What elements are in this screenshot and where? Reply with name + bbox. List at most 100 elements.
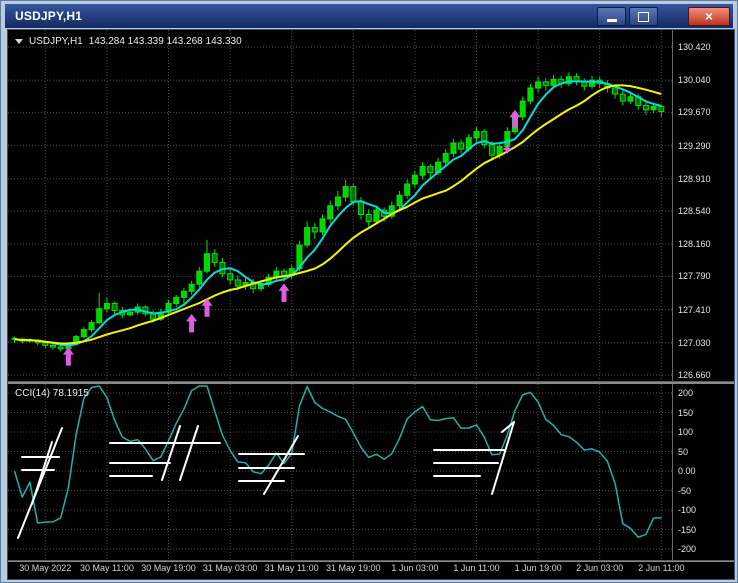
chart-window: USDJPY,H1 143.284 143.339 143.268 143.33… — [7, 29, 735, 580]
cci-tick-label: 200 — [678, 388, 694, 398]
candle-body — [365, 213, 372, 222]
time-tick-label: 1 Jun 03:00 — [391, 563, 439, 573]
candle-body — [535, 81, 542, 89]
candle-body — [196, 270, 203, 285]
candle-body — [519, 100, 526, 118]
window-title: USDJPY,H1 — [15, 9, 83, 23]
candle-body — [42, 342, 49, 346]
maximize-button[interactable] — [629, 7, 658, 26]
candle-body — [342, 186, 349, 198]
candle-body — [96, 308, 103, 324]
candle-body — [581, 81, 588, 87]
time-tick-label: 2 Jun 03:00 — [576, 563, 624, 573]
minimize-icon — [606, 19, 617, 22]
candle-body — [396, 194, 403, 207]
time-tick-label: 1 Jun 19:00 — [514, 563, 562, 573]
price-tick-label: 127.030 — [678, 337, 711, 348]
price-tick-label: 127.790 — [678, 271, 711, 282]
time-tick-label: 31 May 11:00 — [264, 563, 319, 573]
candle-body — [211, 253, 218, 263]
time-tick-label: 2 Jun 11:00 — [638, 563, 685, 573]
candle-body — [327, 205, 334, 220]
ma-fast-line — [14, 80, 662, 347]
candle-body — [442, 152, 449, 163]
candle-body — [150, 313, 157, 320]
candle-body — [458, 142, 465, 150]
cci-tick-label: 50 — [678, 446, 689, 457]
candle-body — [488, 144, 495, 156]
ma-slow-line — [14, 84, 662, 345]
buy-arrow — [278, 283, 290, 302]
price-tick-label: 129.670 — [678, 107, 711, 118]
candle-body — [57, 346, 64, 350]
candle-body — [234, 279, 241, 287]
time-axis-divider — [8, 560, 734, 562]
candle-body — [404, 183, 411, 196]
close-button[interactable]: × — [688, 7, 730, 26]
candle-body — [334, 196, 341, 207]
candle-body — [304, 227, 311, 246]
chart-header: USDJPY,H1 143.284 143.339 143.268 143.33… — [15, 36, 242, 47]
close-icon: × — [704, 8, 714, 24]
candle-body — [80, 329, 87, 338]
time-tick-label: 31 May 03:00 — [202, 563, 258, 573]
candle-body — [550, 78, 557, 86]
price-tick-label: 128.160 — [678, 239, 711, 250]
time-tick-label: 31 May 19:00 — [326, 563, 381, 573]
price-tick-label: 130.040 — [678, 75, 711, 86]
candle-body — [373, 209, 380, 222]
candle-body — [281, 270, 287, 277]
candle-body — [642, 104, 649, 111]
time-tick-label: 30 May 2022 — [19, 563, 72, 573]
candle-body — [658, 105, 665, 113]
candle-body — [650, 105, 657, 111]
terminal-window: USDJPY,H1 × USDJPY,H1 143.284 143.339 14… — [0, 0, 738, 583]
symbol-marker-icon — [15, 39, 23, 44]
chart-quote: 143.284 143.339 143.268 143.330 — [88, 36, 242, 47]
price-tick-label: 129.290 — [678, 140, 711, 151]
candle-body — [311, 227, 318, 233]
candle-body — [188, 283, 195, 292]
cci-indicator-canvas[interactable] — [8, 384, 672, 560]
price-tick-label: 130.420 — [678, 42, 711, 52]
candle-body — [419, 166, 426, 176]
maximize-icon — [638, 11, 649, 22]
candle-body — [88, 322, 95, 331]
cci-tick-label: 150 — [678, 407, 694, 418]
title-bar[interactable]: USDJPY,H1 × — [5, 4, 733, 28]
candle-body — [350, 186, 357, 202]
candle-body — [180, 290, 187, 298]
candle-body — [319, 218, 326, 233]
time-tick-label: 30 May 11:00 — [79, 563, 134, 573]
candle-body — [427, 166, 434, 174]
time-tick-label: 30 May 19:00 — [141, 563, 196, 573]
candle-body — [473, 131, 480, 139]
candle-body — [411, 174, 418, 185]
minimize-button[interactable] — [597, 7, 626, 26]
candle-body — [227, 273, 234, 281]
candle-body — [358, 200, 364, 215]
candle-body — [450, 142, 457, 154]
cci-tick-label: 100 — [678, 427, 694, 437]
candle-body — [527, 87, 534, 102]
candle-body — [173, 296, 180, 304]
time-tick-label: 1 Jun 11:00 — [453, 563, 500, 573]
drawn-annotation-line[interactable] — [491, 421, 515, 495]
candle-body — [111, 302, 118, 311]
price-chart-canvas[interactable] — [8, 30, 672, 381]
drawn-annotation-line[interactable] — [179, 425, 199, 481]
chart-symbol: USDJPY,H1 — [29, 36, 83, 47]
cci-tick-label: -150 — [678, 524, 697, 535]
cci-tick-label: -50 — [678, 485, 692, 496]
cci-axis-separator — [672, 384, 673, 560]
buy-arrow — [62, 347, 74, 366]
price-tick-label: 126.660 — [678, 370, 711, 380]
price-tick-label: 128.910 — [678, 173, 711, 184]
candle-body — [50, 344, 56, 348]
cci-tick-label: -200 — [678, 544, 697, 554]
drawn-annotation-line[interactable] — [17, 427, 63, 539]
candle-body — [542, 81, 549, 86]
candle-body — [204, 253, 210, 272]
price-axis-separator — [672, 30, 673, 381]
buy-arrow — [186, 313, 198, 333]
